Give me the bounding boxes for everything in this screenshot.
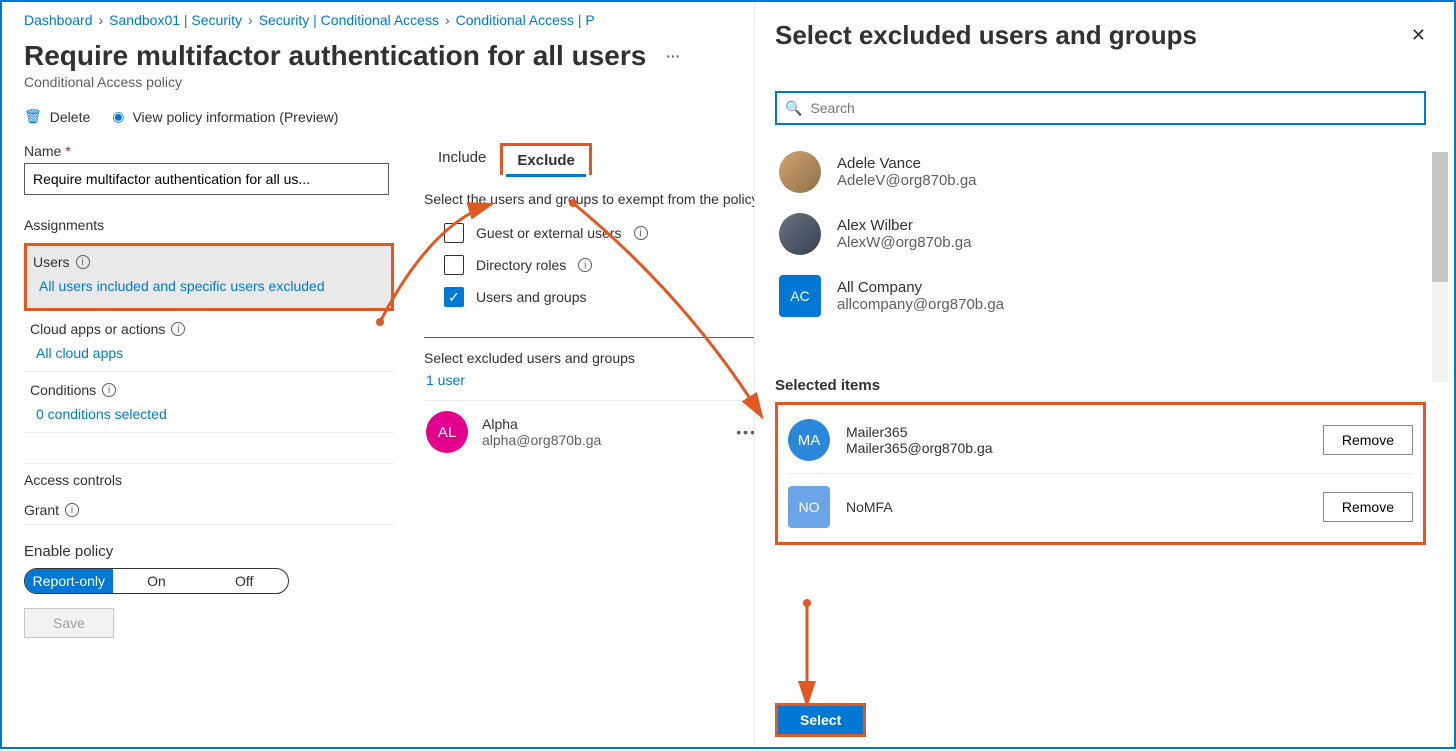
- view-info-label: View policy information (Preview): [132, 109, 338, 125]
- search-input-wrap[interactable]: 🔍: [775, 91, 1426, 125]
- result-email: allcompany@org870b.ga: [837, 296, 1004, 313]
- delete-label: Delete: [50, 109, 90, 125]
- info-icon[interactable]: i: [102, 383, 116, 397]
- chevron-right-icon: ›: [445, 12, 450, 28]
- result-name: All Company: [837, 279, 1004, 296]
- info-icon[interactable]: i: [634, 226, 648, 240]
- avatar: MA: [788, 419, 830, 461]
- info-icon[interactable]: i: [578, 258, 592, 272]
- avatar: [779, 151, 821, 193]
- tab-exclude[interactable]: Exclude: [500, 143, 592, 175]
- checkbox-icon: [444, 223, 464, 243]
- result-row[interactable]: AC All Companyallcompany@org870b.ga: [775, 265, 1426, 327]
- info-icon[interactable]: i: [65, 503, 79, 517]
- avatar: NO: [788, 486, 830, 528]
- required-icon: *: [65, 143, 70, 159]
- apps-summary-link[interactable]: All cloud apps: [36, 345, 123, 361]
- conditions-label: Conditions: [30, 382, 96, 398]
- panel-title: Select excluded users and groups: [775, 20, 1197, 51]
- conditions-summary-link[interactable]: 0 conditions selected: [36, 406, 167, 422]
- selected-items-heading: Selected items: [775, 377, 1426, 394]
- avatar: [779, 213, 821, 255]
- page-subtitle: Conditional Access policy: [24, 74, 750, 90]
- scroll-thumb[interactable]: [1432, 152, 1448, 282]
- user-email: alpha@org870b.ga: [482, 432, 601, 448]
- check-roles[interactable]: Directory roles i: [444, 255, 755, 275]
- checkbox-icon: [444, 255, 464, 275]
- remove-button[interactable]: Remove: [1323, 492, 1413, 522]
- assignment-users[interactable]: Users i All users included and specific …: [24, 243, 394, 311]
- chevron-right-icon: ›: [99, 12, 104, 28]
- policy-name-input[interactable]: [24, 163, 389, 195]
- pill-off[interactable]: Off: [200, 569, 288, 593]
- delete-button[interactable]: 🗑 Delete: [24, 108, 90, 125]
- assignments-heading: Assignments: [24, 217, 394, 233]
- scrollbar[interactable]: [1432, 152, 1448, 382]
- save-button[interactable]: Save: [24, 608, 114, 638]
- select-button[interactable]: Select: [775, 703, 866, 737]
- check-guest-label: Guest or external users: [476, 225, 622, 241]
- close-icon[interactable]: ✕: [1411, 25, 1426, 46]
- result-email: AlexW@org870b.ga: [837, 234, 971, 251]
- excluded-user-row[interactable]: AL Alpha alpha@org870b.ga •••: [424, 400, 759, 463]
- search-icon: 🔍: [785, 100, 802, 117]
- users-summary-link[interactable]: All users included and specific users ex…: [39, 278, 325, 294]
- select-users-panel: Select excluded users and groups ✕ 🔍 Ade…: [754, 2, 1454, 747]
- enable-policy-heading: Enable policy: [24, 543, 394, 560]
- breadcrumb: Dashboard › Sandbox01 | Security › Securit…: [24, 12, 750, 28]
- info-icon[interactable]: i: [171, 322, 185, 336]
- sel-email: Mailer365@org870b.ga: [846, 440, 993, 456]
- eye-icon: ◉: [112, 108, 124, 125]
- result-name: Alex Wilber: [837, 217, 971, 234]
- apps-label: Cloud apps or actions: [30, 321, 165, 337]
- info-icon[interactable]: i: [76, 255, 90, 269]
- check-users-groups[interactable]: ✓ Users and groups: [444, 287, 755, 307]
- excluded-section-heading: Select excluded users and groups: [424, 337, 759, 366]
- excluded-count-link[interactable]: 1 user: [426, 372, 757, 388]
- user-name: Alpha: [482, 416, 601, 432]
- result-name: Adele Vance: [837, 155, 977, 172]
- grant-label: Grant: [24, 502, 59, 518]
- crumb-3[interactable]: Conditional Access | P: [456, 12, 595, 28]
- check-guest[interactable]: Guest or external users i: [444, 223, 755, 243]
- results-list[interactable]: Adele VanceAdeleV@org870b.ga Alex Wilber…: [775, 141, 1426, 361]
- page-title: Require multifactor authentication for a…: [24, 40, 646, 72]
- avatar: AL: [426, 411, 468, 453]
- more-button[interactable]: ···: [666, 48, 680, 64]
- selected-items-box: MA Mailer365Mailer365@org870b.ga Remove …: [775, 402, 1426, 545]
- assignment-cloud-apps[interactable]: Cloud apps or actions i All cloud apps: [24, 311, 394, 372]
- pill-on[interactable]: On: [113, 569, 201, 593]
- avatar: AC: [779, 275, 821, 317]
- check-ug-label: Users and groups: [476, 289, 587, 305]
- trash-icon: 🗑: [24, 108, 42, 125]
- name-label: Name: [24, 143, 61, 159]
- result-row[interactable]: Alex WilberAlexW@org870b.ga: [775, 203, 1426, 265]
- tab-include[interactable]: Include: [424, 143, 500, 175]
- assignment-conditions[interactable]: Conditions i 0 conditions selected: [24, 372, 394, 433]
- search-input[interactable]: [810, 100, 1416, 116]
- result-row[interactable]: Adele VanceAdeleV@org870b.ga: [775, 141, 1426, 203]
- exclude-description: Select the users and groups to exempt fr…: [424, 189, 759, 209]
- remove-button[interactable]: Remove: [1323, 425, 1413, 455]
- chevron-right-icon: ›: [248, 12, 253, 28]
- crumb-1[interactable]: Sandbox01 | Security: [109, 12, 242, 28]
- selected-row: NO NoMFA Remove: [788, 474, 1413, 540]
- result-email: AdeleV@org870b.ga: [837, 172, 977, 189]
- pill-report-only[interactable]: Report-only: [25, 569, 113, 593]
- sel-name: Mailer365: [846, 424, 993, 440]
- check-roles-label: Directory roles: [476, 257, 566, 273]
- checkbox-checked-icon: ✓: [444, 287, 464, 307]
- users-label: Users: [33, 254, 70, 270]
- crumb-2[interactable]: Security | Conditional Access: [259, 12, 439, 28]
- selected-row: MA Mailer365Mailer365@org870b.ga Remove: [788, 407, 1413, 474]
- access-controls-heading: Access controls: [24, 463, 394, 488]
- enable-policy-toggle[interactable]: Report-only On Off: [24, 568, 289, 594]
- sel-name: NoMFA: [846, 499, 893, 515]
- crumb-0[interactable]: Dashboard: [24, 12, 93, 28]
- view-policy-info-button[interactable]: ◉ View policy information (Preview): [112, 108, 338, 125]
